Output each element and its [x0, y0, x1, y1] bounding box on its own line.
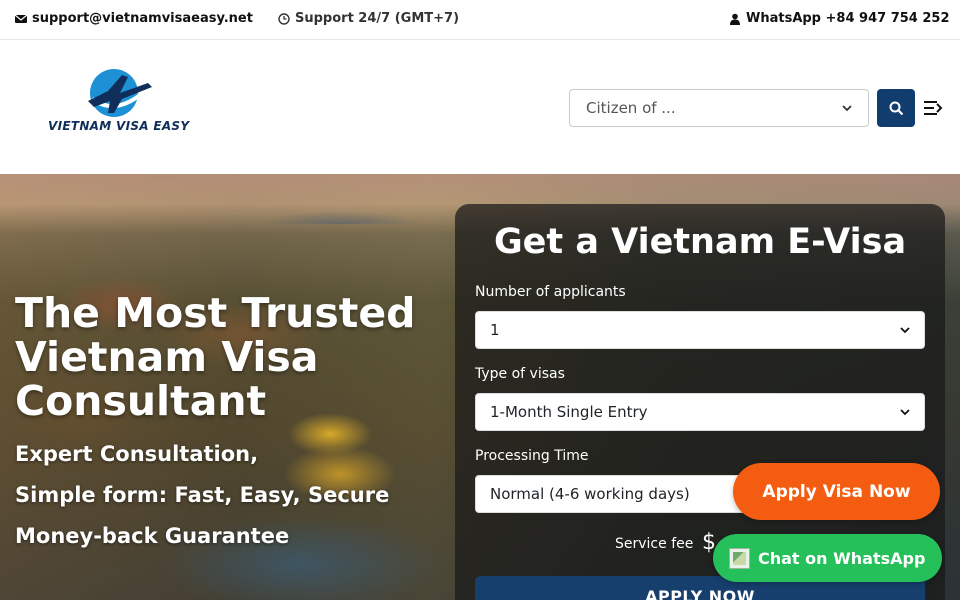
site-logo[interactable]: VIETNAM VISA EASY: [48, 69, 198, 139]
logo-text: VIETNAM VISA EASY: [48, 119, 190, 133]
visa-type-label: Type of visas: [475, 366, 565, 382]
citizen-select[interactable]: Citizen of ...: [569, 89, 869, 127]
hero-title: The Most Trusted Vietnam Visa Consultant: [15, 289, 416, 425]
site-header: VIETNAM VISA EASY Citizen of ...: [0, 41, 960, 174]
processing-label: Processing Time: [475, 448, 589, 464]
user-icon: [730, 13, 740, 25]
search-button[interactable]: [877, 89, 915, 127]
email-link[interactable]: support@vietnamvisaeasy.net: [15, 11, 253, 26]
top-bar: support@vietnamvisaeasy.net Support 24/7…: [0, 0, 960, 40]
visa-type-select[interactable]: 1-Month Single Entry: [475, 393, 925, 431]
citizen-placeholder: Citizen of ...: [586, 99, 676, 117]
clock-icon: [278, 12, 290, 25]
menu-icon[interactable]: [923, 98, 943, 118]
hero-line-2: Simple form: Fast, Easy, Secure: [15, 483, 390, 507]
support-hours: Support 24/7 (GMT+7): [278, 11, 459, 26]
service-fee-label: Service fee: [615, 536, 694, 552]
broken-image-icon: [729, 547, 750, 569]
chevron-down-icon: [900, 409, 910, 416]
chevron-down-icon: [842, 105, 852, 112]
hero-line-3: Money-back Guarantee: [15, 524, 290, 548]
envelope-icon: [15, 14, 27, 23]
support-text: Support 24/7 (GMT+7): [295, 11, 460, 26]
applicants-label: Number of applicants: [475, 284, 626, 300]
applicants-select[interactable]: 1: [475, 311, 925, 349]
search-icon: [889, 101, 903, 115]
whatsapp-text: WhatsApp +84 947 754 252: [746, 11, 950, 26]
chevron-down-icon: [900, 327, 910, 334]
whatsapp-chat-button[interactable]: Chat on WhatsApp: [713, 534, 942, 582]
email-text: support@vietnamvisaeasy.net: [32, 11, 253, 26]
apply-visa-now-button[interactable]: Apply Visa Now: [733, 463, 940, 520]
processing-value: Normal (4-6 working days): [490, 485, 690, 503]
hero-line-1: Expert Consultation,: [15, 442, 259, 466]
applicants-value: 1: [490, 321, 500, 339]
whatsapp-chat-label: Chat on WhatsApp: [758, 548, 926, 568]
visa-type-value: 1-Month Single Entry: [490, 403, 648, 421]
whatsapp-link[interactable]: WhatsApp +84 947 754 252: [729, 11, 950, 26]
form-title: Get a Vietnam E-Visa: [493, 222, 907, 262]
airplane-logo-icon: [88, 69, 152, 117]
